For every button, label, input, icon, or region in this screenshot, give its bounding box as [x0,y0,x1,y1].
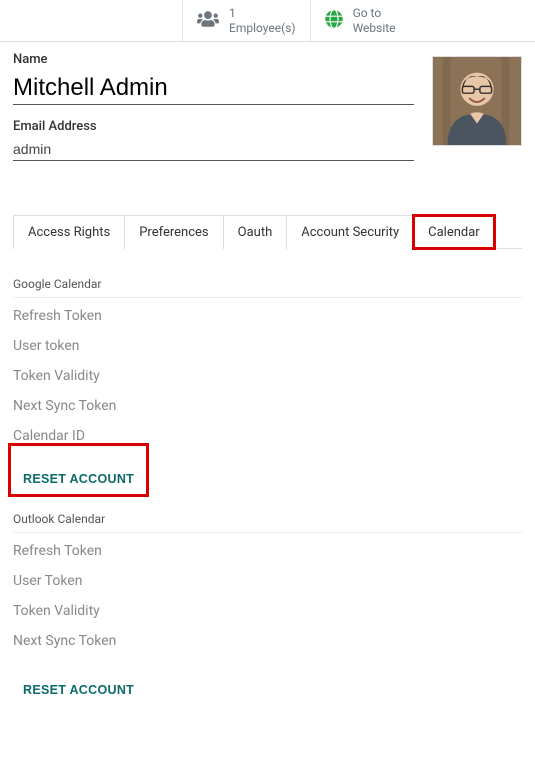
goto-line2: Website [353,21,396,35]
google-user-token: User token [13,328,522,358]
outlook-next-sync-token: Next Sync Token [13,623,522,653]
main-form: Name Email Address [0,42,535,723]
name-field: Name [13,52,414,105]
topbar: 1 Employee(s) Go to Website [0,0,535,42]
google-token-validity: Token Validity [13,358,522,388]
email-label: Email Address [13,119,414,134]
employees-stat-text: 1 Employee(s) [229,6,296,35]
email-field: Email Address [13,119,414,161]
avatar[interactable] [432,56,522,146]
employees-label: Employee(s) [229,21,296,35]
employees-stat-button[interactable]: 1 Employee(s) [182,0,310,41]
goto-website-button[interactable]: Go to Website [310,0,410,41]
tab-oauth[interactable]: Oauth [223,215,288,249]
google-calendar-id: Calendar ID [13,418,522,448]
topbar-spacer [0,0,182,41]
outlook-token-validity: Token Validity [13,593,522,623]
topbar-spacer-right [410,0,535,41]
google-calendar-title: Google Calendar [13,277,522,298]
tab-account-security[interactable]: Account Security [286,215,414,249]
users-icon [197,10,219,32]
globe-icon [325,10,343,32]
outlook-calendar-title: Outlook Calendar [13,512,522,533]
outlook-refresh-token: Refresh Token [13,533,522,563]
name-input[interactable] [13,71,414,105]
google-next-sync-token: Next Sync Token [13,388,522,418]
tab-calendar[interactable]: Calendar [413,215,495,249]
form-header: Name Email Address [13,52,522,175]
outlook-reset-button[interactable]: RESET ACCOUNT [13,677,144,703]
goto-line1: Go to [353,6,382,20]
outlook-user-token: User Token [13,563,522,593]
employees-count: 1 [229,6,236,20]
email-input[interactable] [13,138,414,161]
google-refresh-token: Refresh Token [13,298,522,328]
tab-preferences[interactable]: Preferences [124,215,223,249]
google-reset-button[interactable]: RESET ACCOUNT [13,466,144,492]
goto-website-text: Go to Website [353,6,396,35]
tab-access-rights[interactable]: Access Rights [13,215,125,249]
form-fields: Name Email Address [13,52,414,175]
name-label: Name [13,52,414,67]
tabs: Access Rights Preferences Oauth Account … [13,215,522,249]
google-reset-highlight: RESET ACCOUNT [13,448,144,492]
